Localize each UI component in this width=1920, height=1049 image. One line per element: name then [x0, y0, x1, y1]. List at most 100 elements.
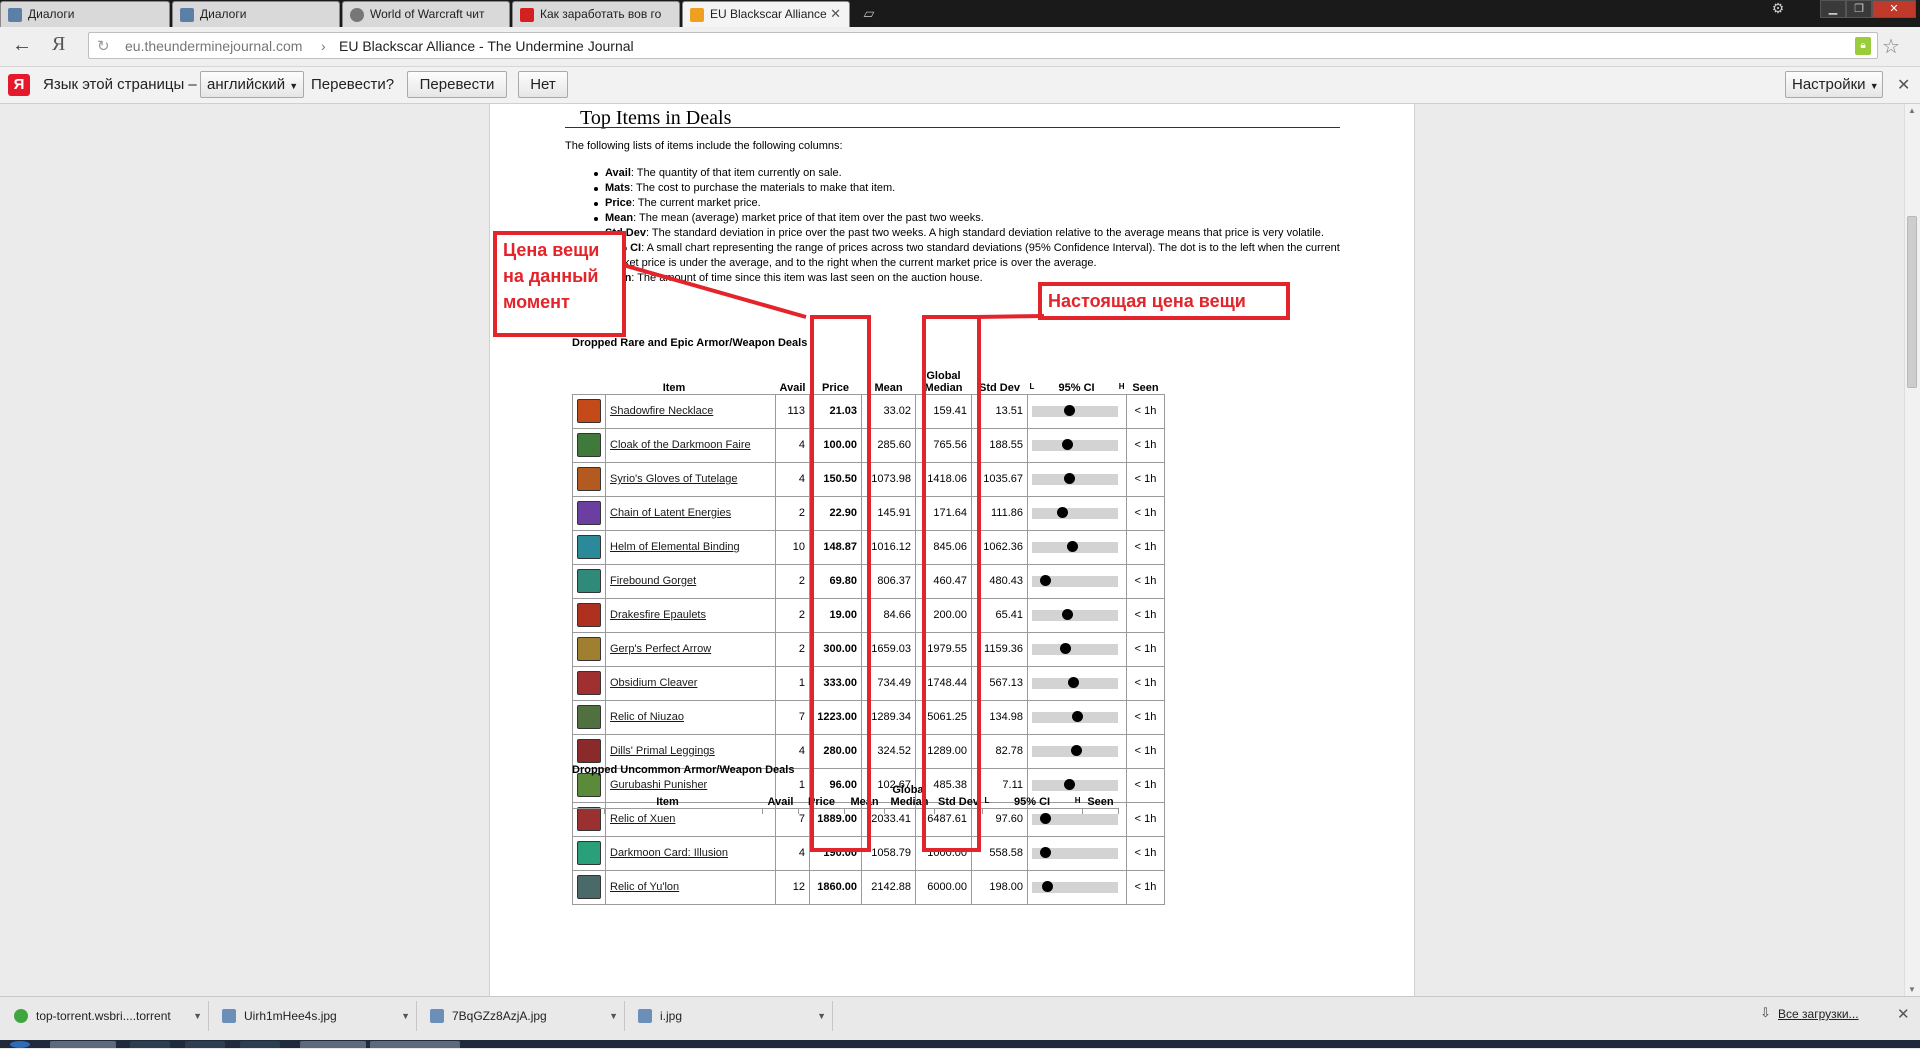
lock-icon[interactable]: 🔒︎ — [1855, 37, 1871, 55]
close-icon[interactable]: ✕ — [1897, 1005, 1910, 1023]
item-link[interactable]: Relic of Niuzao — [610, 711, 684, 723]
avail-cell — [762, 807, 799, 814]
tab-wow-cheat[interactable]: World of Warcraft чит — [342, 1, 510, 27]
item-icon[interactable] — [577, 637, 601, 661]
item-icon[interactable] — [577, 433, 601, 457]
window-close-button[interactable]: ✕ — [1872, 0, 1916, 18]
item-icon[interactable] — [577, 501, 601, 525]
item-icon[interactable] — [577, 841, 601, 865]
item-link[interactable]: Cloak of the Darkmoon Faire — [610, 439, 751, 451]
item-icon[interactable] — [577, 535, 601, 559]
avail-cell: 2 — [775, 495, 810, 531]
seen-cell: < 1h — [1126, 835, 1165, 871]
item-icon-cell — [572, 733, 606, 769]
tab-undermine-journal[interactable]: EU Blackscar Alliance ✕ — [682, 1, 850, 27]
item-link[interactable]: Gerp's Perfect Arrow — [610, 643, 711, 655]
global-median-cell: 6000.00 — [915, 869, 972, 905]
vk-icon — [180, 8, 194, 22]
download-item-image-2[interactable]: 7BqGZz8AzjA.jpg ▼ — [420, 1001, 625, 1031]
taskbar-item[interactable] — [50, 1041, 116, 1048]
taskbar-item[interactable] — [185, 1041, 225, 1048]
item-link[interactable]: Syrio's Gloves of Tutelage — [610, 473, 737, 485]
item-link[interactable]: Darkmoon Card: Illusion — [610, 847, 728, 859]
definition-text: : The quantity of that item currently on… — [630, 167, 842, 179]
seen-cell: < 1h — [1126, 495, 1165, 531]
item-link[interactable]: Drakesfire Epaulets — [610, 609, 706, 621]
close-icon[interactable]: ✕ — [1897, 75, 1910, 95]
chevron-down-icon[interactable]: ▼ — [193, 1001, 202, 1031]
intro-text: The following lists of items include the… — [565, 140, 843, 152]
download-item-image-1[interactable]: Uirh1mHee4s.jpg ▼ — [212, 1001, 417, 1031]
download-name: i.jpg — [660, 1009, 683, 1023]
item-link[interactable]: Firebound Gorget — [610, 575, 696, 587]
scroll-down-arrow-icon[interactable]: ▼ — [1908, 985, 1916, 994]
reload-icon[interactable]: ↻ — [97, 37, 110, 55]
minimize-button[interactable]: ▁ — [1820, 0, 1846, 18]
taskbar-item[interactable] — [370, 1041, 460, 1048]
tab-label: Как заработать вов го — [540, 7, 662, 21]
ci-bar — [1032, 642, 1118, 655]
tab-strip: Диалоги Диалоги World of Warcraft чит Ка… — [0, 0, 1920, 27]
item-link[interactable]: Relic of Xuen — [610, 813, 675, 825]
ci-cell — [1027, 733, 1127, 769]
definition-term: Mats — [605, 182, 631, 194]
taskbar-item[interactable] — [300, 1041, 366, 1048]
item-icon[interactable] — [577, 671, 601, 695]
tab-youtube[interactable]: Как заработать вов го — [512, 1, 680, 27]
item-icon[interactable] — [577, 739, 601, 763]
item-link[interactable]: Obsidium Cleaver — [610, 677, 697, 689]
language-select[interactable]: английский ▼ — [200, 71, 304, 98]
close-icon[interactable]: ✕ — [830, 2, 841, 26]
utorrent-icon — [14, 1009, 28, 1023]
header-seen: Seen — [1132, 381, 1159, 394]
tab-dialogs-1[interactable]: Диалоги — [0, 1, 170, 27]
maximize-button[interactable]: ❐ — [1846, 0, 1872, 18]
ci-dot — [1039, 574, 1051, 586]
vertical-scrollbar[interactable]: ▲ ▼ — [1904, 104, 1920, 996]
header-avail: Avail — [767, 795, 794, 808]
seen-cell: < 1h — [1126, 529, 1165, 565]
translate-settings-button[interactable]: Настройки ▼ — [1785, 71, 1883, 98]
tab-dialogs-2[interactable]: Диалоги — [172, 1, 340, 27]
item-link[interactable]: Chain of Latent Energies — [610, 507, 731, 519]
item-link[interactable]: Relic of Yu'lon — [610, 881, 679, 893]
chevron-down-icon[interactable]: ▼ — [401, 1001, 410, 1031]
seen-cell: < 1h — [1126, 427, 1165, 463]
taskbar-item[interactable] — [130, 1041, 170, 1048]
all-downloads-link[interactable]: Все загрузки... — [1778, 1007, 1859, 1021]
item-link[interactable]: Dills' Primal Leggings — [610, 745, 715, 757]
chevron-down-icon[interactable]: ▼ — [817, 1001, 826, 1031]
download-item-image-3[interactable]: i.jpg ▼ — [628, 1001, 833, 1031]
download-item-torrent[interactable]: top-torrent.wsbri....torrent ▼ — [4, 1001, 209, 1031]
item-icon[interactable] — [577, 467, 601, 491]
translate-button[interactable]: Перевести — [407, 71, 507, 98]
item-icon[interactable] — [577, 705, 601, 729]
new-tab-button[interactable]: ▱ — [860, 5, 878, 21]
translate-question: Перевести? — [311, 76, 395, 93]
item-link[interactable]: Shadowfire Necklace — [610, 405, 713, 417]
definition-item: Std Dev: The standard deviation in price… — [594, 226, 1350, 241]
item-icon[interactable] — [577, 399, 601, 423]
no-translate-button[interactable]: Нет — [518, 71, 568, 98]
header-item: Item — [656, 795, 679, 808]
item-link[interactable]: Helm of Elemental Binding — [610, 541, 740, 553]
start-button-icon[interactable] — [10, 1041, 30, 1048]
item-icon-cell — [572, 597, 606, 633]
item-name-cell: Relic of Yu'lon — [605, 869, 776, 905]
avail-cell: 113 — [775, 393, 810, 429]
yandex-button[interactable]: Я — [52, 33, 65, 56]
scroll-up-arrow-icon[interactable]: ▲ — [1908, 106, 1916, 115]
gear-icon[interactable]: ⚙ — [1766, 0, 1790, 18]
annotation-box-global-median-column — [922, 315, 981, 852]
item-name-cell: Darkmoon Card: Illusion — [605, 835, 776, 871]
scrollbar-thumb[interactable] — [1907, 216, 1917, 388]
taskbar-item[interactable] — [240, 1041, 280, 1048]
item-icon[interactable] — [577, 875, 601, 899]
item-icon[interactable] — [577, 569, 601, 593]
item-icon[interactable] — [577, 603, 601, 627]
bookmark-star-icon[interactable]: ☆ — [1882, 34, 1900, 59]
url-input[interactable]: ↻ eu.theunderminejournal.com › EU Blacks… — [88, 32, 1878, 59]
image-file-icon — [430, 1009, 444, 1023]
back-arrow-icon[interactable]: ← — [12, 35, 34, 57]
chevron-down-icon[interactable]: ▼ — [609, 1001, 618, 1031]
